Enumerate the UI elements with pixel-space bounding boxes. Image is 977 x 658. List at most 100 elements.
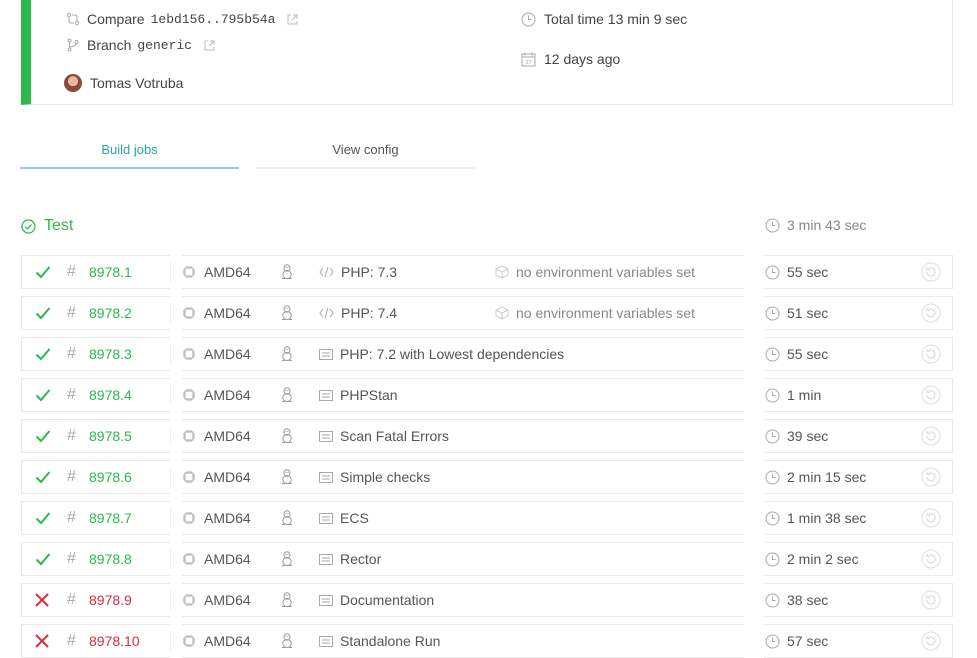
failed-cross-icon — [35, 593, 49, 607]
job-row[interactable]: #8978.1 AMD64 PHP: 7.3 no environment varia… — [21, 255, 953, 289]
restart-job-button[interactable] — [921, 543, 941, 575]
restart-job-button[interactable] — [921, 420, 941, 452]
divider — [170, 344, 171, 364]
job-number-link[interactable]: 8978.3 — [89, 338, 132, 370]
row-mask — [744, 255, 764, 289]
job-arch-label: AMD64 — [204, 346, 251, 362]
external-link-icon[interactable] — [204, 40, 215, 51]
job-duration-label: 2 min 15 sec — [787, 469, 867, 485]
job-number-link[interactable]: 8978.6 — [89, 461, 132, 493]
job-row[interactable]: #8978.3 AMD64 PHP: 7.2 with Lowest depende… — [21, 337, 953, 371]
divider — [170, 631, 171, 651]
job-duration: 1 min 38 sec — [765, 502, 866, 534]
passed-check-icon — [35, 430, 51, 443]
hash-icon: # — [67, 345, 76, 362]
job-status — [35, 297, 53, 329]
job-label: Standalone Run — [340, 633, 441, 649]
tab-view-config[interactable]: View config — [256, 142, 475, 169]
job-duration-label: 55 sec — [787, 264, 829, 280]
branch-label: Branch — [87, 37, 132, 53]
restart-job-button[interactable] — [921, 461, 941, 493]
job-arch: AMD64 — [182, 584, 251, 616]
build-summary-card: Compare 1ebd156..795b54a Branch generic … — [21, 0, 953, 105]
job-status — [35, 379, 53, 411]
tab-build-jobs[interactable]: Build jobs — [20, 142, 239, 169]
row-mask — [170, 501, 182, 535]
restart-job-button[interactable] — [921, 338, 941, 370]
job-row[interactable]: #8978.9 AMD64 Documentation 38 sec — [21, 583, 953, 617]
job-row[interactable]: #8978.7 AMD64 ECS 1 min 38 sec — [21, 501, 953, 535]
svg-text:27: 27 — [525, 60, 531, 66]
job-duration: 57 sec — [765, 625, 828, 657]
restart-job-button[interactable] — [921, 379, 941, 411]
job-row[interactable]: #8978.4 AMD64 PHPStan 1 min — [21, 378, 953, 412]
job-os — [280, 379, 294, 411]
job-arch-label: AMD64 — [204, 305, 251, 321]
row-mask — [170, 255, 182, 289]
job-arch-label: AMD64 — [204, 551, 251, 567]
hash-icon: # — [67, 386, 76, 403]
external-link-icon[interactable] — [287, 14, 298, 25]
row-mask — [170, 337, 182, 371]
hash-icon: # — [67, 304, 76, 321]
restart-icon[interactable] — [921, 508, 941, 528]
job-arch: AMD64 — [182, 256, 251, 288]
job-row[interactable]: #8978.2 AMD64 PHP: 7.4 no environment varia… — [21, 296, 953, 330]
restart-job-button[interactable] — [921, 625, 941, 657]
row-mask — [170, 419, 182, 453]
job-arch-label: AMD64 — [204, 633, 251, 649]
job-number-link[interactable]: 8978.4 — [89, 379, 132, 411]
job-language: PHP: 7.3 — [319, 256, 397, 288]
clock-icon — [765, 511, 780, 525]
branch-name[interactable]: generic — [137, 38, 192, 53]
compare-link[interactable]: Compare 1ebd156..795b54a — [66, 11, 298, 27]
job-row[interactable]: #8978.8 AMD64 Rector 2 min 2 sec — [21, 542, 953, 576]
linux-icon — [282, 592, 292, 607]
linux-icon — [282, 469, 292, 484]
branch-icon — [67, 38, 79, 52]
cpu-icon — [183, 389, 195, 401]
restart-icon[interactable] — [921, 549, 941, 569]
job-number-link[interactable]: 8978.7 — [89, 502, 132, 534]
branch-link[interactable]: Branch generic — [66, 37, 215, 53]
clock-icon — [765, 388, 780, 402]
row-mask — [170, 624, 182, 658]
job-number-link[interactable]: 8978.9 — [89, 584, 132, 616]
job-language: Scan Fatal Errors — [319, 420, 449, 452]
job-number-link[interactable]: 8978.1 — [89, 256, 132, 288]
job-row[interactable]: #8978.10 AMD64 Standalone Run 57 sec — [21, 624, 953, 658]
restart-icon[interactable] — [921, 631, 941, 651]
restart-icon[interactable] — [921, 344, 941, 364]
job-number-link[interactable]: 8978.2 — [89, 297, 132, 329]
restart-job-button[interactable] — [921, 256, 941, 288]
job-number-link[interactable]: 8978.5 — [89, 420, 132, 452]
restart-job-button[interactable] — [921, 584, 941, 616]
job-status — [35, 584, 53, 616]
job-duration: 55 sec — [765, 256, 828, 288]
avatar — [64, 74, 82, 92]
compare-range[interactable]: 1ebd156..795b54a — [151, 12, 276, 27]
restart-icon[interactable] — [921, 467, 941, 487]
restart-icon[interactable] — [921, 590, 941, 610]
job-name-icon — [319, 389, 333, 401]
cpu-icon — [183, 553, 195, 565]
job-env-label: no environment variables set — [516, 264, 695, 280]
restart-job-button[interactable] — [921, 502, 941, 534]
restart-icon[interactable] — [921, 426, 941, 446]
divider — [170, 262, 171, 282]
job-duration: 51 sec — [765, 297, 828, 329]
job-language: PHPStan — [319, 379, 398, 411]
job-number-link[interactable]: 8978.10 — [89, 625, 140, 657]
restart-icon[interactable] — [921, 262, 941, 282]
restart-job-button[interactable] — [921, 297, 941, 329]
job-arch: AMD64 — [182, 338, 251, 370]
cpu-icon — [183, 266, 195, 278]
job-os — [280, 420, 294, 452]
job-number-link[interactable]: 8978.8 — [89, 543, 132, 575]
job-arch-label: AMD64 — [204, 510, 251, 526]
job-row[interactable]: #8978.6 AMD64 Simple checks 2 min 15 sec — [21, 460, 953, 494]
job-arch: AMD64 — [182, 297, 251, 329]
restart-icon[interactable] — [921, 303, 941, 323]
restart-icon[interactable] — [921, 385, 941, 405]
job-row[interactable]: #8978.5 AMD64 Scan Fatal Errors 39 sec — [21, 419, 953, 453]
